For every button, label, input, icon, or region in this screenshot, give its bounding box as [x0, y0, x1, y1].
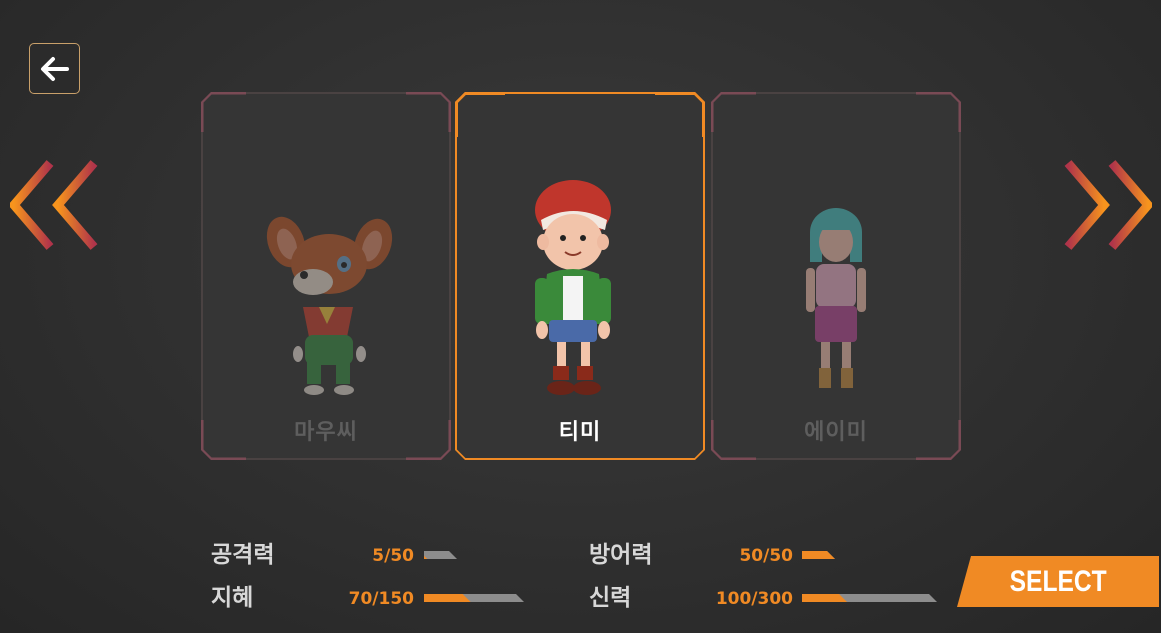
stat-value: 70/150 [348, 589, 414, 609]
boy-character-image [455, 92, 705, 460]
stat-label: 지혜 [211, 585, 254, 611]
double-chevron-left-icon[interactable] [10, 158, 100, 253]
stat-defense-bar [802, 551, 835, 559]
bar-fill [424, 594, 471, 602]
stat-wisdom-bar [424, 594, 524, 602]
stat-faith-value-wrap: 100/300 [704, 586, 793, 612]
select-button[interactable]: SELECT [957, 556, 1159, 607]
stat-wisdom-value-wrap: 70/150 [334, 586, 414, 612]
stat-wisdom: 지혜 [211, 582, 301, 611]
stat-defense-value-wrap: 50/50 [714, 543, 793, 569]
stat-faith-bar [802, 594, 937, 602]
character-card-girl[interactable]: 에이미 [711, 92, 961, 460]
character-name: 티미 [558, 420, 602, 445]
double-chevron-right-icon[interactable] [1062, 158, 1152, 253]
stat-value: 100/300 [715, 589, 793, 609]
back-button[interactable] [29, 43, 80, 94]
character-name: 마우씨 [294, 420, 358, 445]
select-button-label: SELECT [1009, 564, 1107, 598]
stat-label: 신력 [589, 585, 632, 611]
character-name: 에이미 [804, 420, 868, 445]
stat-attack-bar [424, 551, 457, 559]
stat-label: 공격력 [211, 542, 275, 568]
girl-character-image [711, 92, 961, 460]
stat-label: 방어력 [589, 542, 653, 568]
bar-track [424, 551, 457, 559]
stat-attack: 공격력 [211, 539, 301, 568]
stat-value: 5/50 [372, 546, 414, 566]
stat-attack-value-wrap: 5/50 [344, 543, 414, 569]
stat-value: 50/50 [739, 546, 793, 566]
character-card-mouse[interactable]: 마우씨 [201, 92, 451, 460]
character-card-boy[interactable]: 티미 [455, 92, 705, 460]
stat-defense: 방어력 [589, 539, 679, 568]
arrow-left-icon [40, 56, 69, 81]
bar-fill [802, 551, 835, 559]
stat-faith: 신력 [589, 582, 679, 611]
mouse-character-image [201, 92, 451, 460]
